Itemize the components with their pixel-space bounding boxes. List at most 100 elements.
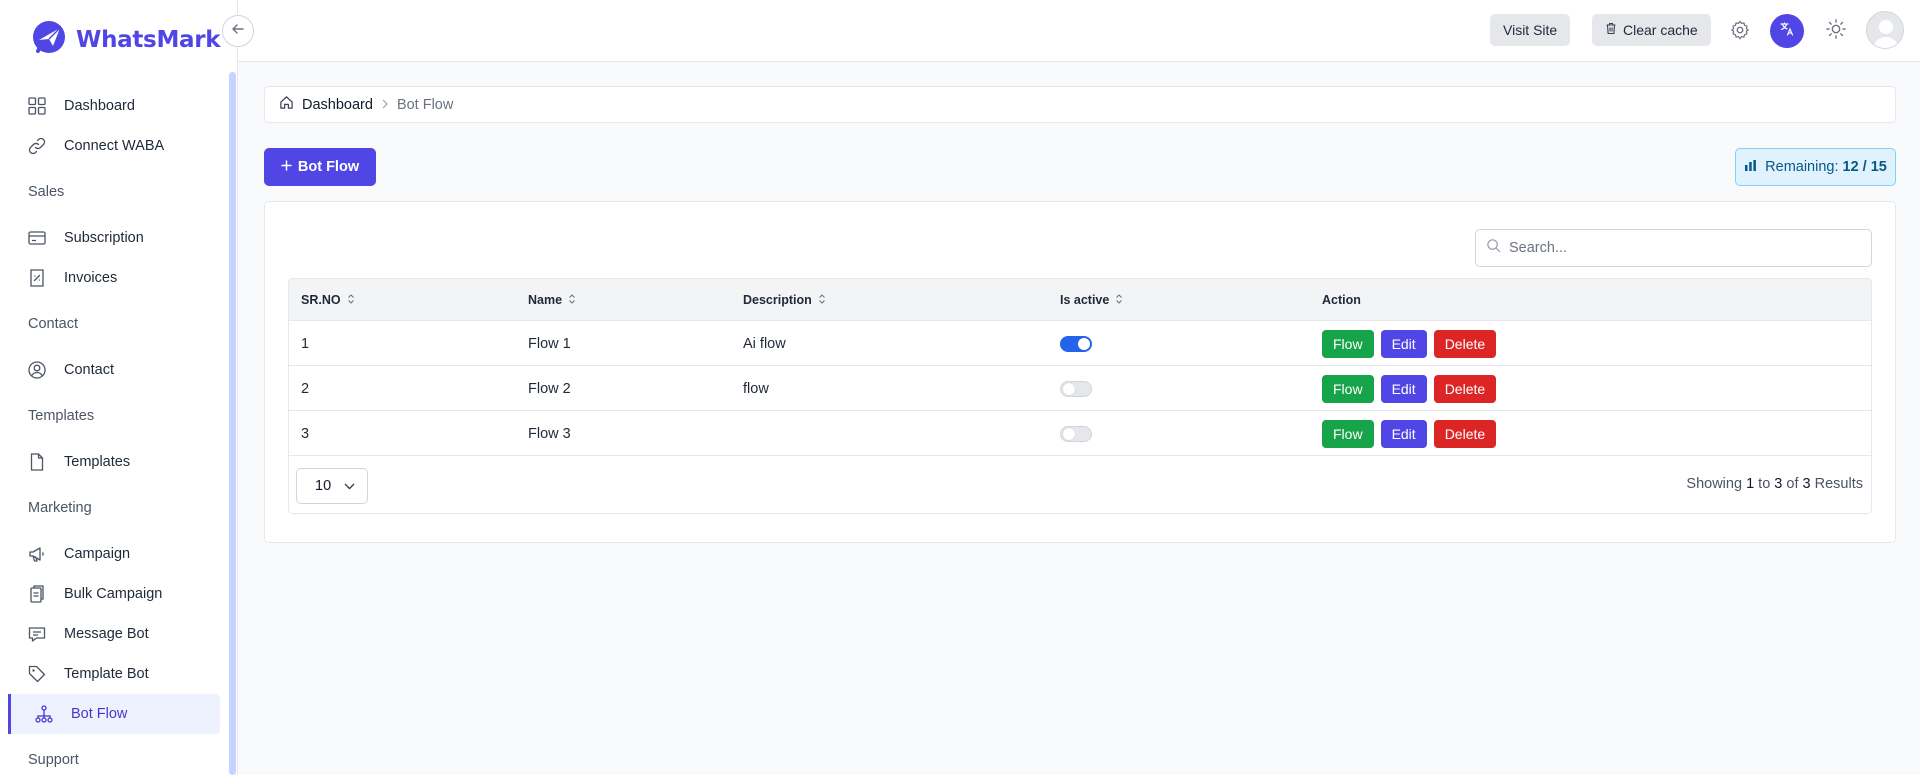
home-icon bbox=[279, 95, 294, 114]
arrow-left-icon bbox=[231, 22, 245, 41]
sidebar-item-template-bot[interactable]: Template Bot bbox=[0, 654, 228, 694]
header-description-label: Description bbox=[743, 293, 812, 307]
sidebar-item-subscription[interactable]: Subscription bbox=[0, 218, 228, 258]
remaining-quota-badge: Remaining: 12 / 15 bbox=[1735, 148, 1896, 186]
flow-button[interactable]: Flow bbox=[1322, 329, 1374, 358]
theme-sun-icon[interactable] bbox=[1825, 18, 1847, 45]
cell-actions: Flow Edit Delete bbox=[1322, 321, 1503, 366]
sidebar-item-label: Subscription bbox=[64, 230, 144, 246]
sidebar-item-label: Campaign bbox=[64, 546, 131, 562]
app-logo[interactable]: WhatsMark bbox=[30, 18, 221, 61]
sidebar-item-message-bot[interactable]: Message Bot bbox=[0, 614, 228, 654]
cell-actions: Flow Edit Delete bbox=[1322, 366, 1503, 411]
cell-is-active bbox=[1060, 366, 1092, 411]
topbar: Visit Site Clear cache bbox=[238, 0, 1920, 62]
sort-icon bbox=[347, 293, 355, 308]
sidebar-item-label: Message Bot bbox=[64, 626, 149, 642]
sidebar-item-connect-waba[interactable]: Connect WABA bbox=[0, 126, 228, 166]
cell-srno: 3 bbox=[301, 425, 310, 442]
sidebar-item-label: Dashboard bbox=[64, 98, 135, 114]
breadcrumb-home-label: Dashboard bbox=[302, 96, 373, 113]
sidebar: WhatsMark Dashboard Connect WABA Sales Subs… bbox=[0, 0, 238, 775]
search-input[interactable] bbox=[1509, 240, 1849, 256]
remaining-value: 12 / 15 bbox=[1842, 159, 1887, 175]
cell-name: Flow 1 bbox=[528, 335, 571, 352]
language-translate-button[interactable] bbox=[1770, 14, 1804, 48]
sidebar-item-label: Invoices bbox=[64, 270, 118, 286]
sidebar-item-label: Templates bbox=[64, 454, 131, 470]
edit-button[interactable]: Edit bbox=[1380, 329, 1427, 358]
bot-flow-table: SR.NO Name Description Is active Action … bbox=[288, 278, 1872, 514]
header-description[interactable]: Description bbox=[743, 279, 826, 321]
search-icon bbox=[1486, 238, 1501, 258]
chat-icon bbox=[26, 623, 48, 645]
edit-button[interactable]: Edit bbox=[1380, 374, 1427, 403]
flow-button[interactable]: Flow bbox=[1322, 374, 1374, 403]
sidebar-item-label: Bot Flow bbox=[71, 706, 128, 722]
cell-srno: 2 bbox=[301, 380, 310, 397]
visit-site-button[interactable]: Visit Site bbox=[1490, 14, 1571, 46]
sidebar-item-templates[interactable]: Templates bbox=[0, 442, 228, 482]
table-footer: 10 Showing 1 to 3 of 3 Results bbox=[289, 456, 1871, 513]
cell-actions: Flow Edit Delete bbox=[1322, 411, 1503, 456]
collapse-sidebar-button[interactable] bbox=[222, 15, 254, 47]
sidebar-section-marketing: Marketing bbox=[28, 500, 92, 516]
header-action: Action bbox=[1322, 279, 1361, 321]
delete-button[interactable]: Delete bbox=[1433, 329, 1497, 358]
table-body: 1 Flow 1 Ai flow Flow Edit Delete 2 Flow 2 flow F… bbox=[289, 321, 1871, 456]
sidebar-item-bulk-campaign[interactable]: Bulk Campaign bbox=[0, 574, 228, 614]
flow-button[interactable]: Flow bbox=[1322, 419, 1374, 448]
sidebar-section-sales: Sales bbox=[28, 184, 65, 200]
showing-suffix: Results bbox=[1814, 476, 1863, 492]
cell-description: Ai flow bbox=[743, 335, 786, 352]
sidebar-item-dashboard[interactable]: Dashboard bbox=[0, 86, 228, 126]
sidebar-item-campaign[interactable]: Campaign bbox=[0, 534, 228, 574]
sidebar-item-contact[interactable]: Contact bbox=[0, 350, 228, 390]
credit-card-icon bbox=[26, 227, 48, 249]
table-row: 2 Flow 2 flow Flow Edit Delete bbox=[289, 366, 1871, 411]
header-is-active-label: Is active bbox=[1060, 293, 1110, 307]
delete-button[interactable]: Delete bbox=[1433, 374, 1497, 403]
breadcrumb-home-link[interactable]: Dashboard bbox=[279, 95, 373, 114]
app-name: WhatsMark bbox=[76, 26, 221, 53]
sidebar-item-label: Template Bot bbox=[64, 666, 149, 682]
translate-icon bbox=[1779, 21, 1795, 42]
header-is-active[interactable]: Is active bbox=[1060, 279, 1123, 321]
active-toggle[interactable] bbox=[1060, 335, 1092, 352]
user-avatar[interactable] bbox=[1866, 11, 1904, 49]
flow-tree-icon bbox=[33, 703, 55, 725]
add-bot-flow-button[interactable]: Bot Flow bbox=[264, 148, 376, 186]
active-toggle[interactable] bbox=[1060, 425, 1092, 442]
sidebar-section-templates: Templates bbox=[28, 408, 95, 424]
sidebar-item-invoices[interactable]: Invoices bbox=[0, 258, 228, 298]
per-page-value: 10 bbox=[315, 478, 332, 494]
edit-button[interactable]: Edit bbox=[1380, 419, 1427, 448]
sidebar-nav: Dashboard Connect WABA Sales Subscription In… bbox=[0, 86, 228, 775]
pagination-summary: Showing 1 to 3 of 3 Results bbox=[1686, 476, 1863, 492]
per-page-select[interactable]: 10 bbox=[296, 468, 368, 504]
search-box bbox=[1475, 229, 1872, 267]
trash-icon bbox=[1605, 22, 1617, 38]
megaphone-icon bbox=[26, 543, 48, 565]
header-srno[interactable]: SR.NO bbox=[301, 279, 355, 321]
table-row: 1 Flow 1 Ai flow Flow Edit Delete bbox=[289, 321, 1871, 366]
visit-site-label: Visit Site bbox=[1503, 22, 1558, 38]
chevron-down-icon bbox=[344, 478, 355, 494]
bar-chart-icon bbox=[1744, 159, 1757, 176]
sort-icon bbox=[818, 293, 826, 308]
delete-button[interactable]: Delete bbox=[1433, 419, 1497, 448]
sidebar-scrollbar[interactable] bbox=[229, 72, 236, 775]
header-name[interactable]: Name bbox=[528, 279, 576, 321]
clear-cache-button[interactable]: Clear cache bbox=[1592, 14, 1711, 46]
sidebar-item-bot-flow[interactable]: Bot Flow bbox=[8, 694, 220, 734]
clear-cache-label: Clear cache bbox=[1623, 22, 1698, 38]
document-icon bbox=[26, 451, 48, 473]
sidebar-item-label: Contact bbox=[64, 362, 114, 378]
whatsmark-logo-icon bbox=[30, 18, 68, 61]
sidebar-item-label: Connect WABA bbox=[64, 138, 165, 154]
breadcrumb: Dashboard Bot Flow bbox=[264, 86, 1896, 123]
settings-gear-icon[interactable] bbox=[1729, 19, 1751, 46]
dashboard-icon bbox=[26, 95, 48, 117]
active-toggle[interactable] bbox=[1060, 380, 1092, 397]
tag-icon bbox=[26, 663, 48, 685]
